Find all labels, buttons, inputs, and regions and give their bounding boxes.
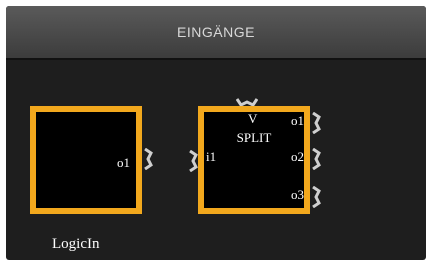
split-output-o3-connector[interactable] [312,186,322,208]
split-input-v-label: V [248,111,258,126]
inputs-panel: EINGÄNGE o1 LogicIn V SPLIT i1 o1 o2 o3 [6,6,426,260]
split-output-o1-connector[interactable] [312,112,322,134]
logicin-output-o1-connector[interactable] [144,148,154,170]
split-output-o3-label: o3 [291,187,304,202]
split-input-i1-label: i1 [206,149,217,164]
split-input-i1-connector[interactable] [189,150,199,172]
split-output-o1-label: o1 [291,113,304,128]
split-title: SPLIT [236,130,272,145]
logicin-output-o1-label: o1 [117,155,130,170]
panel-header: EINGÄNGE [6,6,426,60]
logicin-caption: LogicIn [52,236,100,252]
panel-title: EINGÄNGE [177,24,255,40]
block-canvas[interactable]: o1 LogicIn V SPLIT i1 o1 o2 o3 [6,60,426,260]
split-output-o2-label: o2 [291,149,304,164]
split-output-o2-connector[interactable] [312,148,322,170]
logicin-block[interactable]: o1 [30,106,142,214]
split-block[interactable]: V SPLIT i1 o1 o2 o3 [198,106,310,214]
